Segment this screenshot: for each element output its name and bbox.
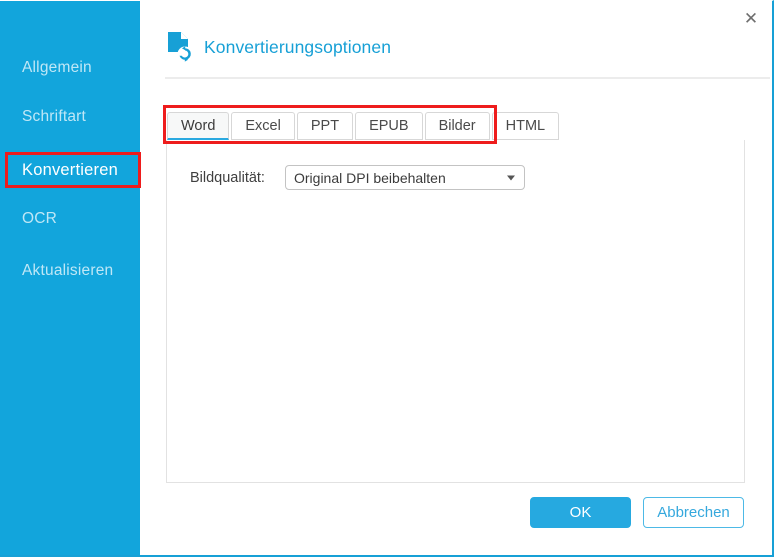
close-icon-glyph: ✕	[743, 8, 759, 28]
cancel-button[interactable]: Abbrechen	[643, 497, 744, 528]
dialog-header: Konvertierungsoptionen	[165, 31, 391, 63]
tab-label: Bilder	[438, 118, 476, 134]
ok-button[interactable]: OK	[530, 497, 631, 528]
sidebar-item-label: Konvertieren	[22, 160, 118, 179]
image-quality-row: Bildqualität: Original DPI beibehalten	[190, 165, 525, 190]
tab-label: Word	[181, 117, 216, 134]
tab-word[interactable]: Word	[167, 112, 230, 140]
sidebar-item-schriftart[interactable]: Schriftart	[0, 102, 140, 132]
close-icon[interactable]: ✕	[738, 5, 764, 31]
dialog-footer: OK Abbrechen	[530, 497, 744, 528]
sidebar-item-label: Schriftart	[22, 108, 87, 125]
image-quality-label: Bildqualität:	[190, 169, 265, 186]
document-convert-icon	[168, 32, 193, 62]
settings-dialog-window: Allgemein Schriftart Konvertieren OCR Ak…	[0, 0, 774, 557]
dialog-body: Konvertierungsoptionen Word Excel PPT EP…	[140, 1, 772, 555]
tab-excel[interactable]: Excel	[231, 112, 295, 140]
tab-label: PPT	[310, 118, 340, 134]
tab-html[interactable]: HTML	[491, 112, 560, 140]
tab-content-panel: Bildqualität: Original DPI beibehalten	[166, 140, 745, 483]
image-quality-select[interactable]: Original DPI beibehalten	[285, 165, 525, 190]
sidebar-item-label: Allgemein	[22, 59, 92, 76]
tab-bar: Word Excel PPT EPUB Bilder HTML	[167, 111, 561, 140]
sidebar-item-allgemein[interactable]: Allgemein	[0, 53, 140, 83]
image-quality-value: Original DPI beibehalten	[294, 169, 446, 186]
cancel-button-label: Abbrechen	[657, 504, 730, 521]
ok-button-label: OK	[569, 504, 592, 521]
tab-ppt[interactable]: PPT	[296, 112, 354, 140]
tab-label: HTML	[505, 118, 546, 134]
tab-label: EPUB	[369, 118, 409, 134]
header-divider	[165, 77, 770, 79]
sidebar: Allgemein Schriftart Konvertieren OCR Ak…	[0, 1, 140, 555]
sidebar-item-konvertieren[interactable]: Konvertieren	[0, 155, 140, 185]
sidebar-item-label: OCR	[22, 210, 58, 227]
page-title: Konvertierungsoptionen	[204, 36, 392, 57]
tab-epub[interactable]: EPUB	[355, 112, 423, 140]
sidebar-item-label: Aktualisieren	[22, 262, 114, 279]
tab-label: Excel	[245, 118, 281, 134]
sidebar-item-ocr[interactable]: OCR	[0, 204, 140, 234]
tab-bilder[interactable]: Bilder	[424, 112, 490, 140]
sidebar-item-aktualisieren[interactable]: Aktualisieren	[0, 256, 140, 286]
chevron-down-icon	[507, 175, 515, 180]
